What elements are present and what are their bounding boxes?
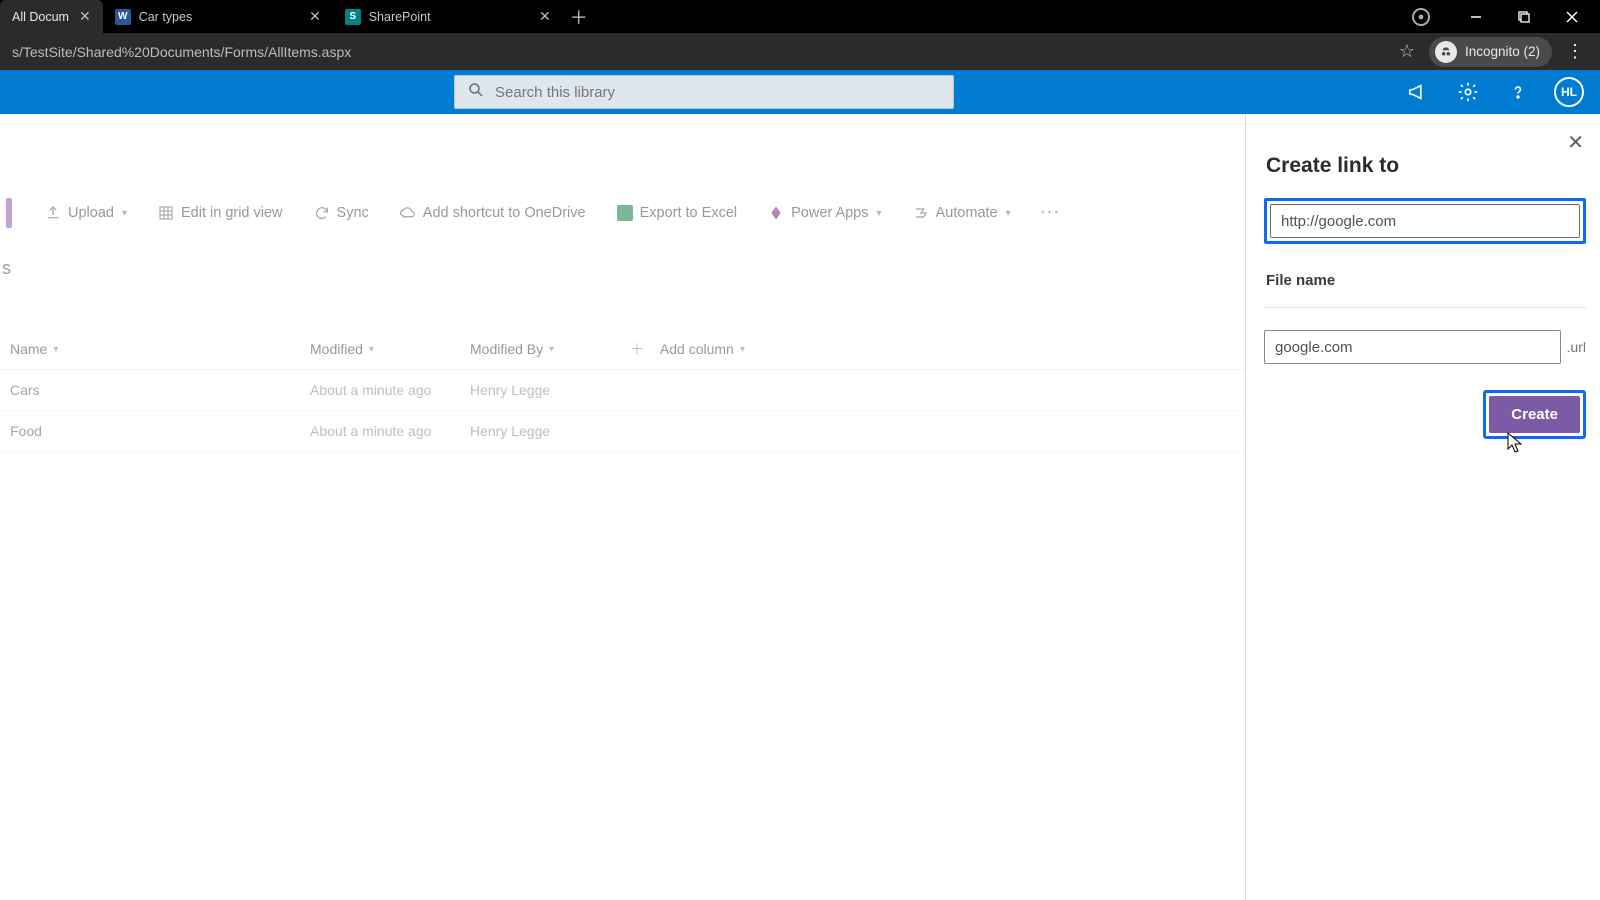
add-column-button[interactable]: ＋ Add column▾ bbox=[630, 339, 800, 359]
tab-title: All Docum bbox=[12, 10, 69, 24]
file-name: Cars bbox=[10, 382, 310, 398]
page-body: Upload ▾ Edit in grid view Sync Add shor… bbox=[0, 114, 1600, 900]
file-modified: About a minute ago bbox=[310, 423, 470, 439]
chevron-down-icon: ▾ bbox=[122, 208, 127, 219]
automate-button[interactable]: Automate ▾ bbox=[906, 200, 1017, 226]
file-name: Food bbox=[10, 423, 310, 439]
more-commands-button[interactable]: ··· bbox=[1035, 201, 1068, 225]
table-row[interactable]: Cars About a minute ago Henry Legge bbox=[0, 370, 1245, 411]
grid-icon bbox=[157, 204, 175, 222]
browser-tab[interactable]: S SharePoint ✕ bbox=[333, 0, 563, 33]
file-modified: About a minute ago bbox=[310, 382, 470, 398]
add-shortcut-button[interactable]: Add shortcut to OneDrive bbox=[393, 200, 592, 226]
sync-button[interactable]: Sync bbox=[307, 200, 375, 226]
sync-icon bbox=[313, 204, 331, 222]
incognito-label: Incognito (2) bbox=[1465, 44, 1540, 59]
browser-tab-strip: All Docum ✕ W Car types ✕ S SharePoint ✕… bbox=[0, 0, 1600, 33]
panel-title: Create link to bbox=[1266, 154, 1586, 178]
upload-icon bbox=[44, 204, 62, 222]
search-box[interactable] bbox=[454, 75, 954, 109]
column-modified-by[interactable]: Modified By▾ bbox=[470, 339, 630, 359]
avatar[interactable]: HL bbox=[1554, 77, 1584, 107]
upload-button[interactable]: Upload ▾ bbox=[38, 200, 133, 226]
edit-grid-button[interactable]: Edit in grid view bbox=[151, 200, 289, 226]
divider bbox=[1264, 307, 1586, 308]
close-icon[interactable]: ✕ bbox=[77, 6, 93, 27]
new-button-stub bbox=[6, 198, 12, 228]
word-favicon-icon: W bbox=[115, 9, 131, 25]
automate-icon bbox=[912, 204, 930, 222]
export-excel-button[interactable]: Export to Excel bbox=[610, 200, 744, 226]
help-icon[interactable] bbox=[1504, 78, 1532, 106]
megaphone-icon[interactable] bbox=[1404, 78, 1432, 106]
account-circle-icon[interactable] bbox=[1412, 8, 1430, 26]
maximize-icon[interactable] bbox=[1502, 3, 1546, 31]
table-header: Name▾ Modified▾ Modified By▾ ＋ Add colum… bbox=[0, 339, 1245, 370]
file-name-row: .url bbox=[1264, 330, 1586, 364]
minimize-icon[interactable] bbox=[1454, 3, 1498, 31]
onedrive-icon bbox=[399, 204, 417, 222]
tab-title: Car types bbox=[139, 10, 299, 24]
tab-title: SharePoint bbox=[369, 10, 529, 24]
gear-icon[interactable] bbox=[1454, 78, 1482, 106]
chevron-down-icon: ▾ bbox=[877, 208, 882, 219]
excel-icon bbox=[616, 204, 634, 222]
incognito-chip[interactable]: Incognito (2) bbox=[1429, 37, 1552, 67]
close-icon[interactable]: ✕ bbox=[307, 6, 323, 27]
cursor-icon bbox=[1506, 432, 1524, 454]
incognito-icon bbox=[1435, 41, 1457, 63]
browser-tab[interactable]: W Car types ✕ bbox=[103, 0, 333, 33]
file-name-label: File name bbox=[1266, 272, 1586, 289]
chevron-down-icon: ▾ bbox=[740, 344, 745, 355]
link-url-highlight bbox=[1264, 198, 1586, 244]
table-row[interactable]: Food About a minute ago Henry Legge bbox=[0, 411, 1245, 452]
power-apps-button[interactable]: Power Apps ▾ bbox=[761, 200, 887, 226]
column-modified[interactable]: Modified▾ bbox=[310, 339, 470, 359]
create-link-panel: ✕ Create link to File name .url Create bbox=[1245, 114, 1600, 900]
chevron-down-icon: ▾ bbox=[549, 344, 554, 355]
column-name[interactable]: Name▾ bbox=[10, 339, 310, 359]
chevron-down-icon: ▾ bbox=[369, 344, 374, 355]
chevron-down-icon: ▾ bbox=[53, 344, 58, 355]
chevron-down-icon: ▾ bbox=[1006, 208, 1011, 219]
command-bar: Upload ▾ Edit in grid view Sync Add shor… bbox=[0, 198, 1245, 228]
file-name-input[interactable] bbox=[1264, 330, 1561, 364]
file-modified-by: Henry Legge bbox=[470, 382, 630, 398]
suite-bar: HL bbox=[0, 70, 1600, 114]
window-controls bbox=[1412, 0, 1600, 33]
search-icon bbox=[467, 81, 485, 103]
library-main-dimmed: Upload ▾ Edit in grid view Sync Add shor… bbox=[0, 114, 1245, 900]
create-button[interactable]: Create bbox=[1489, 396, 1580, 433]
file-modified-by: Henry Legge bbox=[470, 423, 630, 439]
link-url-input[interactable] bbox=[1270, 204, 1580, 238]
address-bar: s/TestSite/Shared%20Documents/Forms/AllI… bbox=[0, 33, 1600, 70]
panel-close-button[interactable]: ✕ bbox=[1567, 130, 1584, 155]
document-table: Name▾ Modified▾ Modified By▾ ＋ Add colum… bbox=[0, 339, 1245, 452]
create-button-highlight: Create bbox=[1483, 390, 1586, 439]
library-title-stub: s bbox=[0, 258, 1245, 279]
new-tab-button[interactable]: ＋ bbox=[563, 0, 595, 33]
sharepoint-favicon-icon: S bbox=[345, 9, 361, 25]
browser-menu-icon[interactable]: ⋮ bbox=[1558, 37, 1592, 66]
power-apps-icon bbox=[767, 204, 785, 222]
file-extension-label: .url bbox=[1567, 339, 1586, 355]
bookmark-star-icon[interactable]: ☆ bbox=[1391, 37, 1423, 66]
close-icon[interactable]: ✕ bbox=[537, 6, 553, 27]
search-input[interactable] bbox=[495, 84, 941, 101]
browser-tab-active[interactable]: All Docum ✕ bbox=[0, 0, 103, 33]
close-window-icon[interactable] bbox=[1550, 3, 1594, 31]
url-display[interactable]: s/TestSite/Shared%20Documents/Forms/AllI… bbox=[8, 44, 1383, 60]
